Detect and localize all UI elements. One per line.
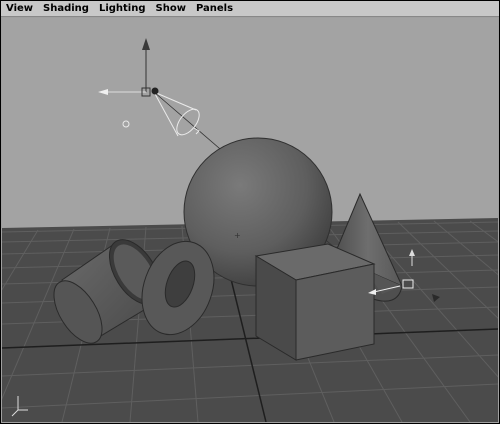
move-manipulator[interactable] [98, 38, 159, 97]
sphere-pivot: + [234, 231, 241, 240]
menu-shading[interactable]: Shading [42, 2, 90, 16]
menu-lighting[interactable]: Lighting [98, 2, 147, 16]
panel-menubar: View Shading Lighting Show Panels [1, 1, 499, 17]
scene-canvas[interactable]: + [2, 18, 498, 422]
menu-panels[interactable]: Panels [195, 2, 234, 16]
menu-show[interactable]: Show [155, 2, 187, 16]
spotlight-object[interactable] [122, 91, 204, 139]
perspective-viewport[interactable]: + [2, 18, 498, 422]
menu-view[interactable]: View [5, 2, 34, 16]
cube-object[interactable] [254, 243, 376, 361]
maya-viewport-window: View Shading Lighting Show Panels + [0, 0, 500, 424]
